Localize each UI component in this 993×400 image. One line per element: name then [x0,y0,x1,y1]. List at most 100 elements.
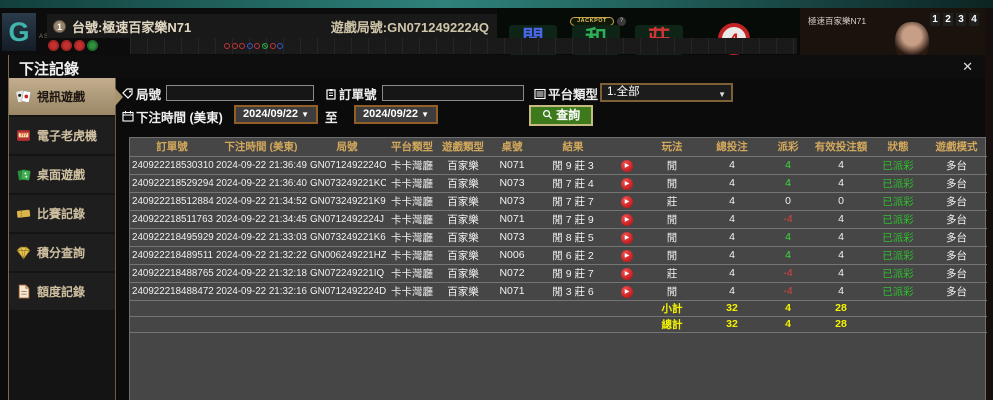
column-header: 訂單號 [130,138,214,156]
cell-result: 閒 7 莊 7 [536,192,610,210]
cell-result: 閒 3 莊 6 [536,282,610,300]
cell-payout: -4 [764,282,812,300]
sidebar-item-slots[interactable]: 777電子老虎機 [9,117,115,154]
table-row: 2409222184895112024-09-22 21:32:22GN0062… [130,246,987,264]
bead-marker [232,43,238,49]
round-input[interactable] [166,85,314,101]
table-info-strip: 1 台號:極速百家樂N71 遊戲局號:GN0712492224Q [47,14,497,38]
sidebar-item-label: 比賽記錄 [37,205,85,222]
platform-filter-label: 平台類型 [548,84,598,103]
cell-order-no: 240922218495929 [130,228,214,246]
cell-round-no: GN073249221K6 [308,228,386,246]
cell-total-bet: 4 [700,228,764,246]
bead-marker [277,43,283,49]
play-button[interactable]: ▶ [621,160,633,172]
column-header: 派彩 [764,138,812,156]
cell-platform: 卡卡灣廳 [386,174,438,192]
column-header: 遊戲模式 [926,138,987,156]
platform-select[interactable]: 1.全部 ▼ [600,83,733,102]
status-badge: 已派彩 [870,282,926,300]
cell-replay: ▶ [610,156,644,174]
cell-play-type: 閒 [644,210,700,228]
play-button[interactable]: ▶ [621,268,633,280]
cell-payout: 4 [764,228,812,246]
summary-payout: 4 [764,300,812,316]
status-badge: 已派彩 [870,264,926,282]
document-icon [16,284,31,299]
summary-total-bet: 32 [700,300,764,316]
bead-marker [254,43,260,49]
empty-cell [438,316,488,332]
cell-game-mode: 多台 [926,156,987,174]
cell-payout: 4 [764,174,812,192]
play-button[interactable]: ▶ [621,214,633,226]
cell-result: 閒 7 莊 4 [536,174,610,192]
tag-icon [122,87,134,99]
play-button[interactable]: ▶ [621,196,633,208]
sidebar-item-match-records[interactable]: 比賽記錄 [9,195,115,232]
play-button[interactable]: ▶ [621,250,633,262]
close-icon[interactable]: ✕ [962,59,973,75]
cell-total-bet: 4 [700,282,764,300]
play-button[interactable]: ▶ [621,178,633,190]
summary-valid-bet: 28 [812,316,870,332]
cell-round-no: GN073249221K9 [308,192,386,210]
empty-cell [386,316,438,332]
betting-chip[interactable] [61,40,72,51]
cell-order-no: 240922218530310 [130,156,214,174]
cell-game-mode: 多台 [926,192,987,210]
betting-chip[interactable] [48,40,59,51]
chevron-down-icon: ▼ [301,110,309,119]
cell-play-type: 閒 [644,282,700,300]
top-gradient-bar [0,0,993,8]
bet-records-table: 訂單號下注時間 (美東)局號平台類型遊戲類型桌號結果玩法總投注派彩有效投注額狀態… [130,138,987,333]
sidebar-item-quota-records[interactable]: 額度記錄 [9,273,115,310]
cell-table-no: N072 [488,264,536,282]
summary-label: 總計 [644,316,700,332]
bead-marker [224,43,230,49]
table-row: 2409222185292942024-09-22 21:36:40GN0732… [130,174,987,192]
sidebar-item-table-games[interactable]: 桌面遊戲 [9,156,115,193]
bead-marker [239,43,245,49]
bet-records-table-wrap: 訂單號下注時間 (美東)局號平台類型遊戲類型桌號結果玩法總投注派彩有效投注額狀態… [129,137,986,400]
status-badge: 已派彩 [870,228,926,246]
cell-table-no: N071 [488,156,536,174]
search-button[interactable]: 查詢 [529,105,593,126]
sidebar-item-video-games[interactable]: 視訊遊戲 [9,78,115,115]
empty-cell [926,316,987,332]
cell-valid-bet: 0 [812,192,870,210]
cell-play-type: 莊 [644,264,700,282]
summary-payout: 4 [764,316,812,332]
round-filter-label: 局號 [136,84,161,103]
cell-table-no: N073 [488,228,536,246]
play-button[interactable]: ▶ [621,232,633,244]
chevron-down-icon: ▼ [421,110,429,119]
sidebar-item-points-query[interactable]: 積分查詢 [9,234,115,271]
search-button-label: 查詢 [556,108,580,122]
status-badge: 已派彩 [870,192,926,210]
cell-result: 閒 8 莊 5 [536,228,610,246]
gem-icon [16,245,31,260]
play-button[interactable]: ▶ [621,286,633,298]
cell-bet-time: 2024-09-22 21:33:03 [214,228,308,246]
cell-order-no: 240922218529294 [130,174,214,192]
column-header: 總投注 [700,138,764,156]
cell-total-bet: 4 [700,192,764,210]
cell-valid-bet: 4 [812,264,870,282]
total-row: 總計32428 [130,316,987,332]
column-header: 下注時間 (美東) [214,138,308,156]
cards-icon [16,89,31,104]
order-input[interactable] [382,85,524,101]
betting-chip[interactable] [74,40,85,51]
table-header-row: 訂單號下注時間 (美東)局號平台類型遊戲類型桌號結果玩法總投注派彩有效投注額狀態… [130,138,987,156]
date-to-picker[interactable]: 2024/09/22 ▼ [354,105,438,124]
cell-total-bet: 4 [700,210,764,228]
betting-chip[interactable] [87,40,98,51]
date-from-picker[interactable]: 2024/09/22 ▼ [234,105,318,124]
cell-platform: 卡卡灣廳 [386,246,438,264]
cell-replay: ▶ [610,174,644,192]
cell-game-type: 百家樂 [438,192,488,210]
summary-valid-bet: 28 [812,300,870,316]
summary-total-bet: 32 [700,316,764,332]
cell-game-type: 百家樂 [438,282,488,300]
